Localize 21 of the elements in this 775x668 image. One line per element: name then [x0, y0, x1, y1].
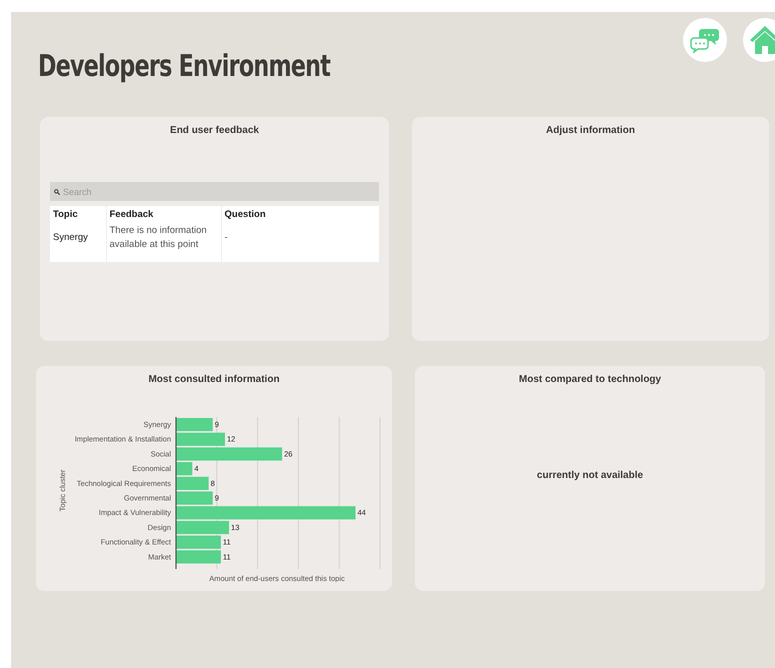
home-icon	[749, 25, 775, 55]
table-cell: -	[221, 222, 379, 262]
table-cell: Synergy	[50, 222, 106, 262]
home-button[interactable]	[743, 18, 775, 62]
column-header: Feedback	[106, 206, 221, 222]
search-field[interactable]: Search	[50, 182, 379, 201]
card-title: Most consulted information	[147, 373, 281, 387]
bar	[176, 550, 221, 564]
status-message: currently not available	[536, 469, 644, 483]
table-cell: There is no information available at this point	[106, 222, 221, 262]
page-title: Developers Environment	[38, 48, 330, 86]
chat-button[interactable]	[683, 18, 727, 62]
column-header: Topic	[50, 206, 106, 222]
card-title: End user feedback	[169, 124, 260, 138]
column-header: Question	[221, 206, 379, 222]
bar	[176, 418, 213, 432]
card-title: Most compared to technology	[518, 373, 662, 387]
search-icon	[54, 188, 60, 194]
chat-bubbles-icon	[690, 27, 720, 53]
card-title: Adjust information	[545, 124, 636, 138]
bar	[176, 536, 221, 549]
